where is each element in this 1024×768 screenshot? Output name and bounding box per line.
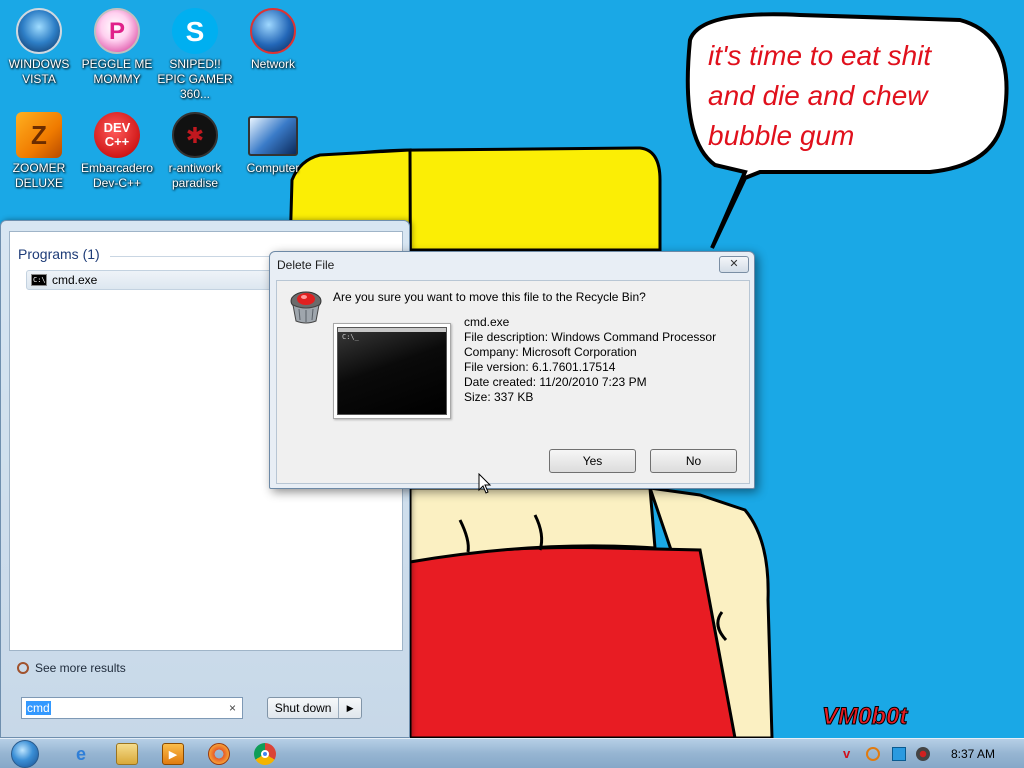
programs-heading: Programs (1)	[18, 246, 100, 262]
dialog-body: Are you sure you want to move this file …	[276, 280, 750, 484]
paint-icon[interactable]	[208, 743, 230, 765]
desktop-icon-sniped[interactable]: S SNIPED!! EPIC GAMER 360...	[156, 8, 234, 102]
shutdown-label: Shut down	[268, 698, 340, 718]
display-tray-icon[interactable]	[892, 747, 906, 761]
desktop-icon-peggle[interactable]: P PEGGLE ME MOMMY	[78, 8, 156, 87]
desktop-icon-windows-vista[interactable]: WINDOWS VISTA	[0, 8, 78, 87]
desktop-icon-network[interactable]: Network	[234, 8, 312, 72]
mouse-pointer-icon	[478, 473, 492, 494]
dialog-title: Delete File	[277, 258, 335, 272]
cmd-window-preview: C:\_	[337, 327, 447, 415]
file-version: File version: 6.1.7601.17514	[464, 360, 616, 374]
file-explorer-icon[interactable]	[116, 743, 138, 765]
desktop-icon-label: WINDOWS VISTA	[8, 57, 70, 86]
windows-vista-icon	[16, 8, 62, 54]
see-more-label: See more results	[35, 661, 126, 675]
file-date-created: Date created: 11/20/2010 7:23 PM	[464, 375, 647, 389]
no-button[interactable]: No	[650, 449, 737, 473]
desktop-icon-dev-cpp[interactable]: DEV C++ Embarcadero Dev-C++	[78, 112, 156, 191]
windows-logo-icon	[11, 740, 39, 768]
taskbar-clock[interactable]: 8:37 AM	[951, 747, 995, 761]
clear-search-icon[interactable]: ×	[229, 701, 236, 715]
peggle-icon: P	[94, 8, 140, 54]
search-input-value: cmd	[26, 701, 51, 715]
media-player-icon[interactable]: ▶	[162, 743, 184, 765]
file-company: Company: Microsoft Corporation	[464, 345, 637, 359]
desktop-icon-label: ZOOMER DELUXE	[12, 161, 66, 190]
speech-bubble-text: it's time to eat shit and die and chew b…	[708, 36, 998, 156]
file-info: cmd.exe File description: Windows Comman…	[464, 315, 716, 405]
network-globe-icon	[250, 8, 296, 54]
search-magnifier-icon	[17, 662, 29, 674]
start-button[interactable]	[6, 739, 44, 768]
desktop-icon-label: Embarcadero Dev-C++	[80, 161, 154, 190]
desktop-icon-computer[interactable]: Computer	[234, 112, 312, 176]
volume-tray-icon[interactable]	[916, 747, 930, 761]
file-description: File description: Windows Command Proces…	[464, 330, 717, 344]
taskbar: e ▶ v 8:37 AM	[0, 738, 1024, 768]
desktop-icon-label: Network	[250, 57, 295, 71]
cmd-icon: C:\	[31, 274, 47, 286]
zoomer-icon: Z	[16, 112, 62, 158]
speech-line-1: it's time to eat shit	[708, 40, 932, 71]
search-tray-icon[interactable]	[866, 747, 880, 761]
preview-titlebar	[338, 328, 446, 332]
preview-prompt-text: C:\_	[342, 333, 359, 341]
file-thumbnail: C:\_	[333, 323, 451, 419]
desktop-icon-label: PEGGLE ME MOMMY	[81, 57, 153, 86]
recycle-bin-icon	[290, 291, 322, 324]
dev-cpp-icon: DEV C++	[94, 112, 140, 158]
skype-icon: S	[172, 8, 218, 54]
speech-line-2: and die and chew	[708, 80, 928, 111]
wallpaper-signature: VM0b0t	[821, 703, 908, 731]
speech-line-3: bubble gum	[708, 120, 855, 151]
computer-monitor-icon	[248, 116, 298, 156]
start-search-input[interactable]: cmd ×	[21, 697, 243, 719]
dialog-close-button[interactable]: ✕	[719, 256, 749, 273]
internet-explorer-icon[interactable]: e	[70, 743, 92, 765]
see-more-results-link[interactable]: See more results	[17, 661, 126, 675]
antivirus-tray-icon[interactable]: v	[843, 747, 857, 761]
desktop-icon-label: r-antiwork paradise	[168, 161, 222, 190]
antiwork-icon: ✱	[172, 112, 218, 158]
desktop-icon-zoomer-deluxe[interactable]: Z ZOOMER DELUXE	[0, 112, 78, 191]
chrome-icon[interactable]	[254, 743, 276, 765]
shutdown-options-arrow-icon[interactable]: ▶	[339, 703, 361, 714]
shutdown-button[interactable]: Shut down ▶	[267, 697, 362, 719]
file-size: Size: 337 KB	[464, 390, 534, 404]
file-name: cmd.exe	[464, 315, 510, 329]
desktop-icon-label: Computer	[246, 161, 300, 175]
search-result-label: cmd.exe	[52, 273, 98, 287]
delete-confirmation-question: Are you sure you want to move this file …	[333, 290, 646, 304]
desktop-icon-antiwork[interactable]: ✱ r-antiwork paradise	[156, 112, 234, 191]
yes-button[interactable]: Yes	[549, 449, 636, 473]
desktop-icon-label: SNIPED!! EPIC GAMER 360...	[157, 57, 233, 101]
delete-file-dialog: Delete File ✕ Are you sure you want to m…	[269, 251, 755, 489]
